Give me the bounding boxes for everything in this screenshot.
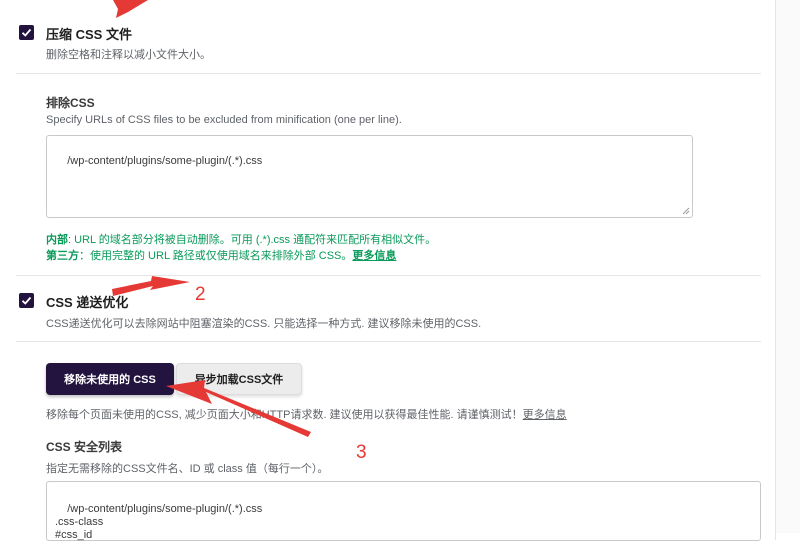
css-safelist-textarea[interactable]: /wp-content/plugins/some-plugin/(.*).css… — [46, 481, 761, 541]
exclude-css-textarea[interactable]: /wp-content/plugins/some-plugin/(.*).css — [46, 135, 693, 218]
note-internal-text: : URL 的域名部分将被自动删除。可用 (.*).css 通配符来匹配所有相似… — [68, 234, 437, 246]
more-info-link[interactable]: 更多信息 — [352, 250, 396, 262]
exclude-css-note-internal: 内部: URL 的域名部分将被自动删除。可用 (.*).css 通配符来匹配所有… — [46, 231, 436, 247]
more-info-link[interactable]: 更多信息 — [523, 409, 567, 421]
exclude-css-desc: Specify URLs of CSS files to be excluded… — [46, 114, 402, 126]
divider — [16, 341, 761, 342]
remove-unused-css-button[interactable]: 移除未使用的 CSS — [46, 363, 174, 395]
exclude-css-note-third: 第三方：使用完整的 URL 路径或仅使用域名来排除外部 CSS。更多信息 — [46, 247, 396, 263]
css-delivery-title: CSS 递送优化 — [46, 295, 129, 310]
minify-css-checkbox[interactable] — [19, 25, 34, 40]
css-safelist-desc: 指定无需移除的CSS文件名、ID 或 class 值（每行一个）。 — [46, 463, 329, 475]
checkmark-icon — [21, 28, 32, 37]
css-safelist-label: CSS 安全列表 — [46, 440, 123, 454]
divider — [16, 73, 761, 74]
note-internal-label: 内部 — [46, 234, 68, 246]
remove-unused-help-text: 移除每个页面未使用的CSS, 减少页面大小和HTTP请求数. 建议使用以获得最佳… — [46, 409, 523, 421]
remove-unused-help: 移除每个页面未使用的CSS, 减少页面大小和HTTP请求数. 建议使用以获得最佳… — [46, 406, 567, 422]
note-third-text: ：使用完整的 URL 路径或仅使用域名来排除外部 CSS。 — [79, 250, 353, 262]
exclude-css-label: 排除CSS — [46, 96, 95, 110]
note-third-label: 第三方 — [46, 250, 79, 262]
css-delivery-desc: CSS递送优化可以去除网站中阻塞渲染的CSS. 只能选择一种方式. 建议移除未使… — [46, 318, 482, 330]
minify-css-desc: 删除空格和注释以减小文件大小。 — [46, 49, 211, 61]
checkmark-icon — [21, 296, 32, 305]
annotation-number-3: 3 — [356, 442, 367, 463]
settings-panel: 压缩 CSS 文件 删除空格和注释以减小文件大小。 排除CSS Specify … — [0, 0, 776, 541]
css-safelist-value: /wp-content/plugins/some-plugin/(.*).css… — [55, 503, 263, 541]
page-background — [776, 0, 800, 533]
async-load-css-button[interactable]: 异步加载CSS文件 — [176, 363, 302, 395]
exclude-css-value: /wp-content/plugins/some-plugin/(.*).css — [67, 155, 263, 167]
annotation-number-2: 2 — [195, 284, 206, 305]
divider — [16, 275, 761, 276]
minify-css-title: 压缩 CSS 文件 — [46, 27, 132, 42]
resize-handle-icon[interactable] — [682, 207, 690, 215]
css-delivery-checkbox[interactable] — [19, 293, 34, 308]
